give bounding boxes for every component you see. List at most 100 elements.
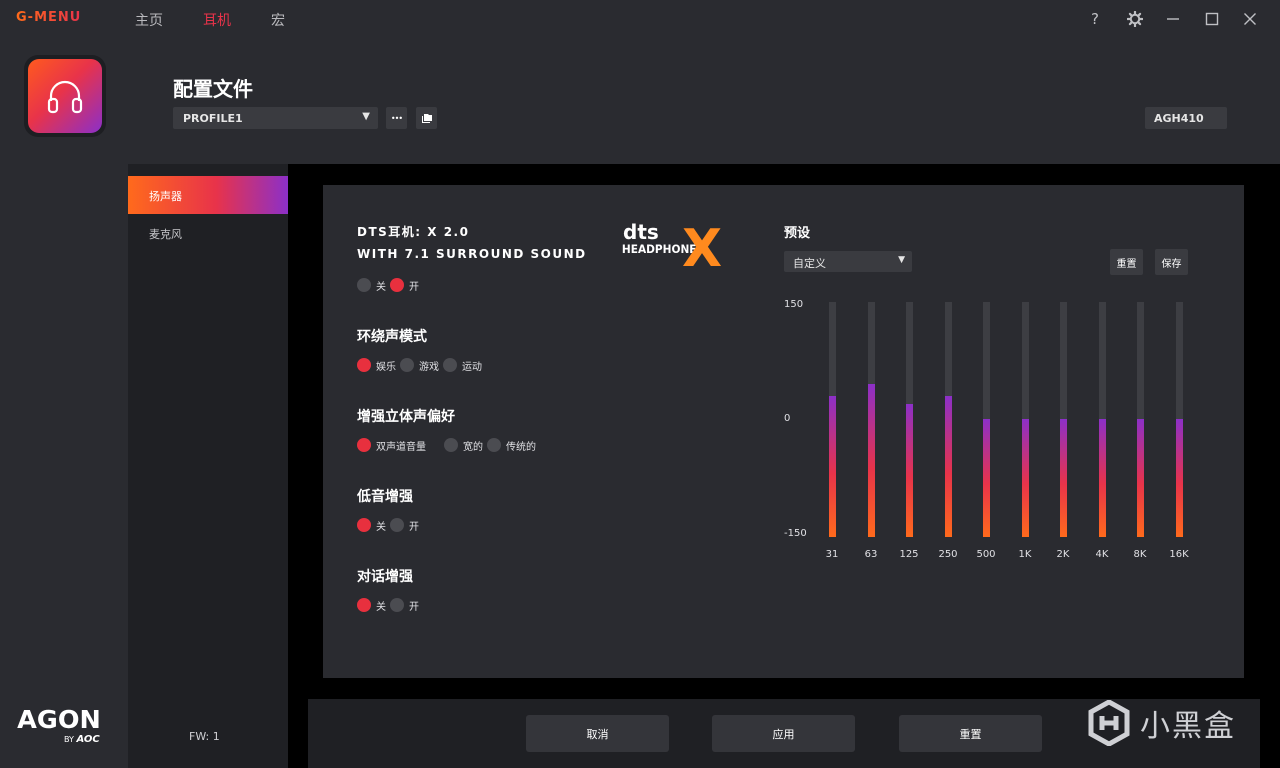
dialog-enhance-off-radio[interactable]: 关	[357, 598, 390, 613]
sidenav-item-microphone[interactable]: 麦克风	[128, 214, 288, 252]
watermark-text: 小黑盒	[1140, 709, 1236, 744]
aoc-logo: BY AOC	[64, 734, 100, 745]
help-icon[interactable]: ?	[1085, 9, 1105, 29]
radio-label: 关	[376, 281, 386, 293]
chevron-down-icon: ▼	[362, 111, 370, 122]
eq-reset-button[interactable]: 重置	[1110, 249, 1143, 275]
radio-dot	[390, 278, 404, 292]
gear-svg	[1127, 11, 1143, 27]
stereo-preference-title: 增强立体声偏好	[357, 409, 455, 425]
reset-button[interactable]: 重置	[899, 715, 1042, 752]
chevron-down-icon: ▼	[898, 255, 905, 265]
eq-band-label: 2K	[1056, 549, 1070, 560]
dialog-enhance-title: 对话增强	[357, 569, 413, 585]
tab-macro[interactable]: 宏	[271, 10, 285, 30]
side-nav: 扬声器 麦克风 FW: 1	[128, 164, 288, 768]
eq-band-label: 16K	[1169, 549, 1189, 560]
radio-label: 游戏	[419, 361, 439, 373]
radio-dot	[390, 518, 404, 532]
stereo-binaural-radio[interactable]: 双声道音量	[357, 438, 444, 453]
surround-game-radio[interactable]: 游戏	[400, 358, 443, 373]
radio-dot	[443, 358, 457, 372]
dialog-enhance-on-radio[interactable]: 开	[390, 598, 423, 613]
dts-headphone-x-logo: dts HEADPHONE X	[621, 219, 743, 279]
cancel-button[interactable]: 取消	[526, 715, 669, 752]
preset-select[interactable]: 自定义 ▼	[784, 251, 912, 272]
radio-label: 开	[409, 601, 419, 613]
apply-button[interactable]: 应用	[712, 715, 855, 752]
radio-dot	[357, 518, 371, 532]
radio-label: 关	[376, 601, 386, 613]
eq-slider-63[interactable]	[868, 302, 875, 537]
sidenav-item-speaker[interactable]: 扬声器	[128, 176, 288, 214]
eq-slider-fill	[945, 396, 952, 537]
tab-home[interactable]: 主页	[135, 10, 163, 30]
xiaoheihe-logo-icon	[1088, 700, 1130, 746]
eq-slider-1k[interactable]	[1022, 302, 1029, 537]
close-svg	[1244, 13, 1256, 25]
eq-y-max: 150	[784, 299, 804, 310]
radio-dot	[487, 438, 501, 452]
stereo-traditional-radio[interactable]: 传统的	[487, 438, 540, 453]
more-options-button[interactable]: •••	[386, 107, 407, 129]
minimize-svg	[1167, 18, 1179, 20]
eq-save-button[interactable]: 保存	[1155, 249, 1188, 275]
stereo-wide-radio[interactable]: 宽的	[444, 438, 487, 453]
surround-mode-options: 娱乐 游戏 运动	[357, 357, 486, 373]
eq-slider-2k[interactable]	[1060, 302, 1067, 537]
open-folder-button[interactable]	[416, 107, 437, 129]
stereo-preference-options: 双声道音量 宽的 传统的	[357, 437, 540, 453]
radio-label: 娱乐	[376, 361, 396, 373]
bass-boost-options: 关 开	[357, 517, 423, 533]
eq-band-label: 31	[825, 549, 839, 560]
eq-slider-fill	[983, 419, 990, 537]
tab-headset[interactable]: 耳机	[203, 10, 231, 30]
profile-select-value: PROFILE1	[183, 112, 243, 125]
maximize-icon[interactable]	[1202, 9, 1222, 29]
dts-toggle-group: 关 开	[357, 277, 423, 293]
eq-slider-500[interactable]	[983, 302, 990, 537]
eq-band-label: 8K	[1133, 549, 1147, 560]
eq-slider-125[interactable]	[906, 302, 913, 537]
radio-dot	[357, 438, 371, 452]
gear-icon[interactable]	[1125, 9, 1145, 29]
profile-select[interactable]: PROFILE1 ▼	[173, 107, 378, 129]
close-icon[interactable]	[1240, 9, 1260, 29]
surround-entertainment-radio[interactable]: 娱乐	[357, 358, 400, 373]
dts-off-radio[interactable]: 关	[357, 278, 390, 293]
radio-label: 运动	[462, 361, 482, 373]
bass-boost-on-radio[interactable]: 开	[390, 518, 423, 533]
eq-band-label: 500	[976, 549, 996, 560]
left-rail: AGON BY AOC	[0, 37, 128, 768]
bass-boost-off-radio[interactable]: 关	[357, 518, 390, 533]
folder-icon	[421, 113, 432, 123]
help-glyph: ?	[1091, 10, 1099, 28]
logo-brand: AOC	[76, 734, 100, 745]
more-icon: •••	[390, 113, 403, 123]
dts-logo-word: dts	[623, 220, 659, 244]
surround-sport-radio[interactable]: 运动	[443, 358, 486, 373]
dts-on-radio[interactable]: 开	[390, 278, 423, 293]
headphone-icon	[28, 59, 102, 133]
eq-y-mid: 0	[784, 413, 791, 424]
eq-slider-250[interactable]	[945, 302, 952, 537]
eq-band-label: 4K	[1095, 549, 1109, 560]
device-tile[interactable]	[24, 55, 106, 137]
settings-panel: DTS耳机: X 2.0 WITH 7.1 SURROUND SOUND 关 开…	[323, 185, 1244, 678]
eq-slider-fill	[1060, 419, 1067, 537]
dts-logo-x: X	[682, 219, 722, 271]
eq-slider-31[interactable]	[829, 302, 836, 537]
eq-slider-fill	[1137, 419, 1144, 537]
radio-dot	[390, 598, 404, 612]
radio-label: 双声道音量	[376, 441, 426, 453]
eq-slider-4k[interactable]	[1099, 302, 1106, 537]
app-brand: G-MENU	[16, 10, 82, 25]
radio-label: 开	[409, 281, 419, 293]
eq-slider-16k[interactable]	[1176, 302, 1183, 537]
eq-y-min: -150	[784, 528, 807, 539]
eq-slider-8k[interactable]	[1137, 302, 1144, 537]
bass-boost-title: 低音增强	[357, 489, 413, 505]
maximize-svg	[1205, 12, 1219, 26]
radio-dot	[444, 438, 458, 452]
minimize-icon[interactable]	[1163, 9, 1183, 29]
